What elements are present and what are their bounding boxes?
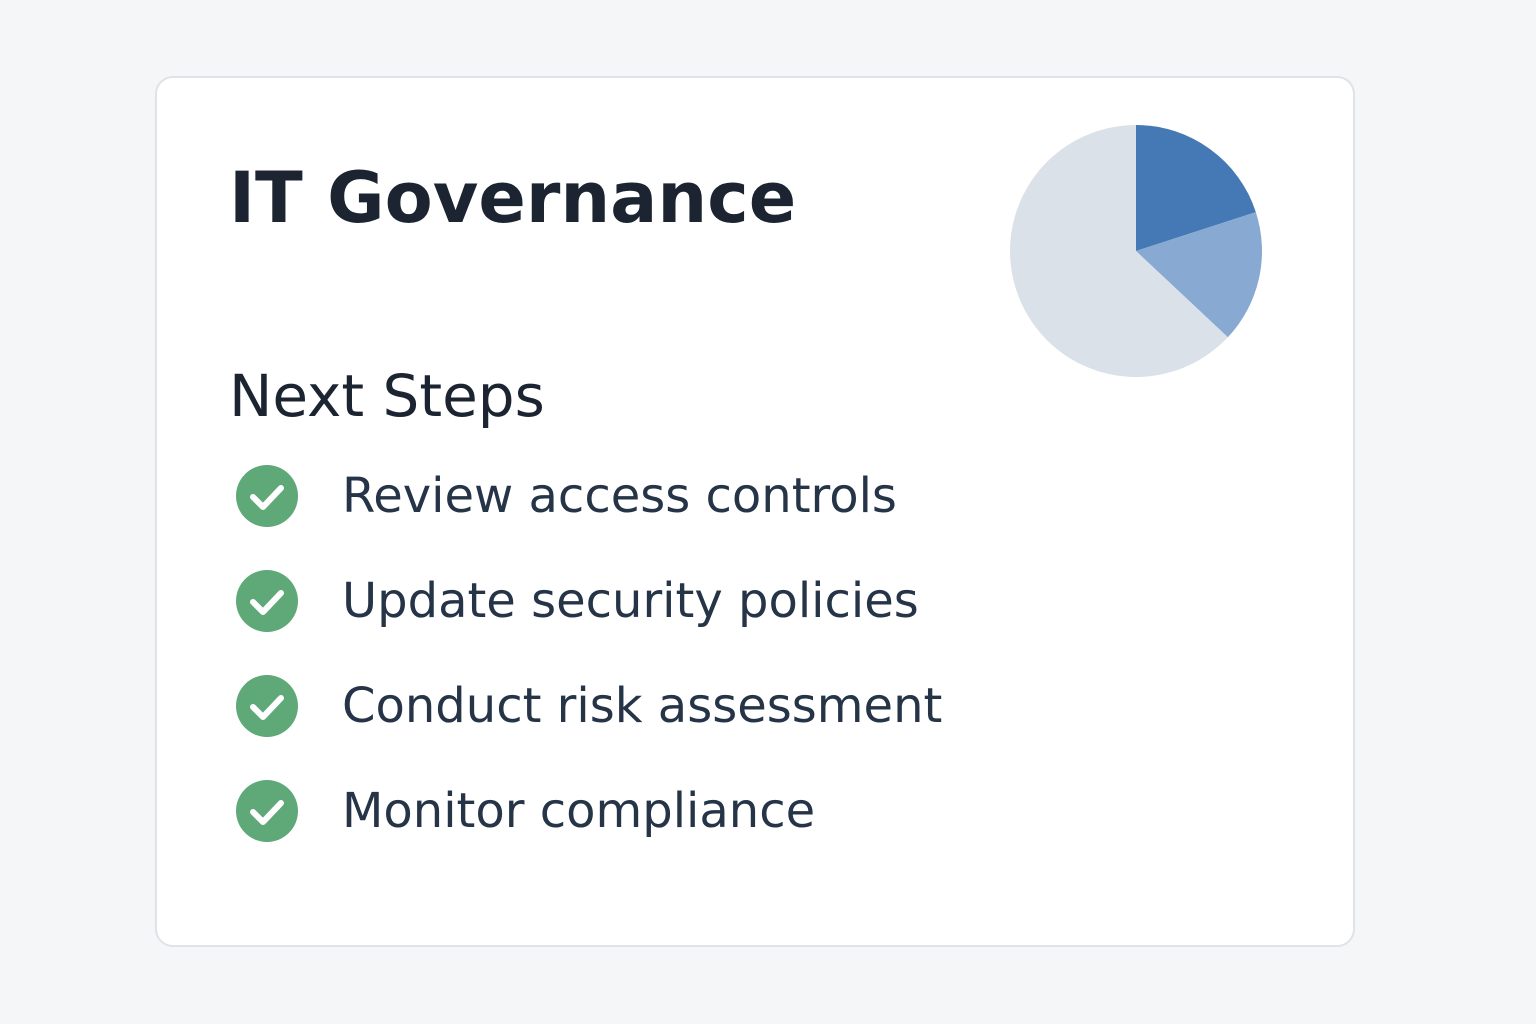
pie-chart-svg bbox=[1010, 125, 1262, 377]
step-item-review-access-controls: Review access controls bbox=[236, 463, 1056, 568]
step-label: Review access controls bbox=[342, 468, 897, 524]
next-steps-list: Review access controls Update security p… bbox=[236, 463, 1056, 883]
next-steps-heading: Next Steps bbox=[229, 362, 545, 430]
check-circle-icon bbox=[236, 465, 298, 527]
step-item-conduct-risk-assessment: Conduct risk assessment bbox=[236, 673, 1056, 778]
check-circle-icon bbox=[236, 570, 298, 632]
pie-chart bbox=[1009, 124, 1263, 378]
check-circle-icon bbox=[236, 780, 298, 842]
step-item-update-security-policies: Update security policies bbox=[236, 568, 1056, 673]
step-label: Monitor compliance bbox=[342, 783, 816, 839]
step-label: Conduct risk assessment bbox=[342, 678, 943, 734]
it-governance-card: IT Governance Next Steps Review access c… bbox=[155, 76, 1355, 947]
step-label: Update security policies bbox=[342, 573, 919, 629]
card-title: IT Governance bbox=[229, 157, 797, 239]
step-item-monitor-compliance: Monitor compliance bbox=[236, 778, 1056, 883]
check-circle-icon bbox=[236, 675, 298, 737]
